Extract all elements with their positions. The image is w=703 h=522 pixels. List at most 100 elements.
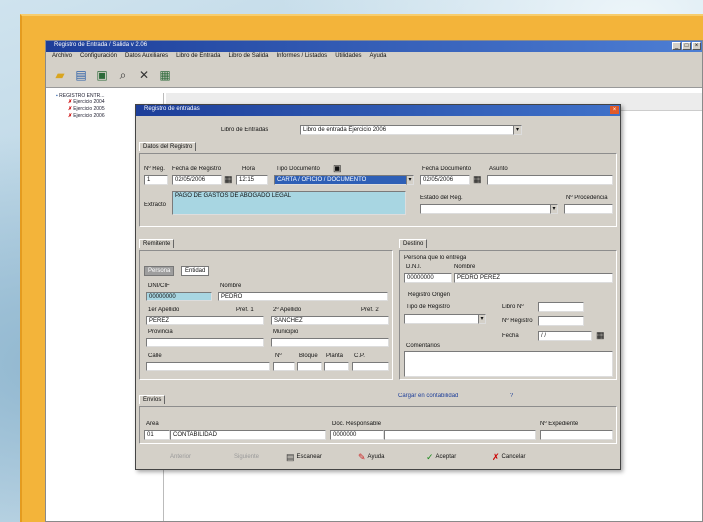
estado-select[interactable] [420, 204, 558, 214]
provincia-field[interactable] [146, 338, 264, 347]
cp-field[interactable] [352, 362, 389, 371]
doc-responsable-name-field[interactable] [384, 430, 536, 440]
aceptar-button[interactable]: ✓ Aceptar [426, 451, 456, 462]
tab-destino-label: Destino [403, 241, 424, 247]
menu-archivo[interactable]: Archivo [52, 53, 72, 61]
doc-responsable-code-field[interactable]: 0000000 [330, 430, 384, 440]
fecha-registro-value: 02/05/2006 [175, 177, 206, 183]
cancelar-button[interactable]: ✗ Cancelar [492, 452, 526, 462]
municipio-field[interactable] [271, 338, 389, 347]
apellido1-label: 1er Apellido [148, 307, 180, 313]
toolbar: ▰ ▤ ▣ ⌕ ✕ ▦ [46, 62, 702, 88]
dni-field[interactable]: 00000000 [146, 292, 212, 301]
destino-nombre-value: PEDRO PEREZ [457, 275, 501, 281]
cancelar-label: Cancelar [501, 454, 526, 460]
nprocedencia-label: Nº Procedencia [566, 195, 608, 201]
destino-fecha-value: / / [541, 333, 547, 339]
calendar-icon[interactable]: ▦ [473, 175, 482, 184]
tree-root-icon: ▪ [56, 93, 58, 99]
menu-utilidades[interactable]: Utilidades [335, 53, 361, 61]
apellido1-field[interactable]: PEREZ [146, 316, 264, 325]
menu-configuracion[interactable]: Configuración [80, 53, 117, 61]
nreg-field[interactable]: 1 [144, 175, 168, 185]
hora-field[interactable]: 12:15 [236, 175, 268, 185]
chevron-down-icon[interactable]: ▾ [406, 175, 414, 185]
libro-n-field[interactable] [538, 302, 584, 312]
minimize-icon[interactable]: _ [672, 42, 681, 50]
folder-icon[interactable]: ▰ [52, 67, 68, 83]
destino-fecha-field[interactable]: / / [538, 331, 592, 341]
libro-select[interactable]: Libro de entrada Ejercicio 2006 [300, 125, 522, 135]
anterior-button[interactable]: Anterior [170, 454, 191, 460]
cargar-contabilidad-check[interactable]: ? [510, 393, 513, 399]
menu-informes[interactable]: Informes / Listados [276, 53, 327, 61]
check-icon: ✓ [426, 451, 434, 462]
chevron-down-icon[interactable]: ▾ [478, 314, 486, 324]
chevron-down-icon[interactable]: ▾ [550, 204, 558, 214]
libro-n-label: Libro Nº [502, 304, 524, 310]
extracto-field[interactable]: PAGO DE GASTOS DE ABOGADO LEGAL [172, 191, 406, 215]
dialog-close-icon[interactable]: × [610, 106, 619, 114]
dni-label: DNI/CIF [148, 283, 170, 289]
destino-nombre-field[interactable]: PEDRO PEREZ [454, 273, 613, 283]
planta-field[interactable] [324, 362, 349, 371]
ayuda-button[interactable]: ✎ Ayuda [358, 451, 384, 462]
anterior-label: Anterior [170, 454, 192, 460]
bloque-field[interactable] [297, 362, 322, 371]
print-icon[interactable]: ▤ [73, 67, 89, 83]
area-name-value: CONTABILIDAD [173, 432, 217, 438]
tab-destino[interactable]: Destino [399, 239, 428, 248]
nprocedencia-field[interactable] [564, 204, 613, 214]
nombre-field[interactable]: PEDRO [218, 292, 388, 301]
area-code-field[interactable]: 01 [144, 430, 170, 440]
estado-label: Estado del Reg. [420, 195, 463, 201]
asunto-field[interactable] [487, 175, 613, 185]
escanear-button[interactable]: ▤ Escanear [286, 452, 322, 462]
tab-envios[interactable]: Envíos [139, 395, 166, 404]
subtab-entidad[interactable]: Entidad [181, 266, 210, 276]
help-icon: ✎ [358, 451, 366, 462]
fecha-documento-field[interactable]: 02/05/2006 [420, 175, 470, 185]
nexpediente-field[interactable] [540, 430, 613, 440]
tipo-registro-select[interactable] [404, 314, 486, 324]
siguiente-button[interactable]: Siguiente [234, 454, 259, 460]
comentarios-field[interactable] [404, 351, 613, 377]
scan-icon[interactable]: ▣ [333, 164, 342, 173]
area-label: Área [146, 421, 159, 427]
destino-nombre-label: Nombre [454, 264, 476, 270]
calle-field[interactable] [146, 362, 270, 371]
tree-item-label: Ejercicio 2005 [73, 106, 105, 112]
menu-datos-auxiliares[interactable]: Datos Auxiliares [125, 53, 168, 61]
tab-datos-registro[interactable]: Datos del Registro [139, 142, 197, 151]
menu-libro-salida[interactable]: Libro de Salida [228, 53, 268, 61]
close-icon[interactable]: × [692, 42, 701, 50]
document-icon[interactable]: ▦ [157, 67, 173, 83]
search-icon[interactable]: ⌕ [115, 67, 131, 83]
num-field[interactable] [273, 362, 295, 371]
tab-remitente[interactable]: Remitente [139, 239, 175, 248]
destino-dni-field[interactable]: 00000000 [404, 273, 452, 283]
registro-dialog: Registro de entradas × Libro de Entradas… [135, 104, 621, 470]
book-icon[interactable]: ▣ [94, 67, 110, 83]
menu-ayuda[interactable]: Ayuda [370, 53, 387, 61]
subtab-persona[interactable]: Persona [144, 266, 175, 276]
nregistro-field[interactable] [538, 316, 584, 326]
maximize-icon[interactable]: □ [682, 42, 691, 50]
dialog-titlebar: Registro de entradas × [136, 105, 620, 116]
area-name-field[interactable]: CONTABILIDAD [170, 430, 326, 440]
menu-libro-entrada[interactable]: Libro de Entrada [176, 53, 220, 61]
nombre-label: Nombre [220, 283, 242, 289]
fecha-registro-label: Fecha de Registro [172, 166, 222, 172]
fecha-registro-field[interactable]: 02/05/2006 [172, 175, 222, 185]
tree-item-label: Ejercicio 2006 [73, 113, 105, 119]
nexpediente-label: Nº Expediente [540, 421, 579, 427]
calendar-icon[interactable]: ▦ [596, 331, 605, 340]
calle-label: Calle [148, 353, 162, 359]
tipo-documento-select[interactable]: CARTA / OFICIO / DOCUMENTO [274, 175, 412, 185]
nreg-label: Nº Reg. [144, 166, 165, 172]
x-icon[interactable]: ✕ [136, 67, 152, 83]
apellido2-label: 2º Apellido [273, 307, 302, 313]
chevron-down-icon[interactable]: ▾ [513, 125, 522, 135]
calendar-icon[interactable]: ▦ [224, 175, 233, 184]
apellido2-field[interactable]: SANCHEZ [271, 316, 389, 325]
